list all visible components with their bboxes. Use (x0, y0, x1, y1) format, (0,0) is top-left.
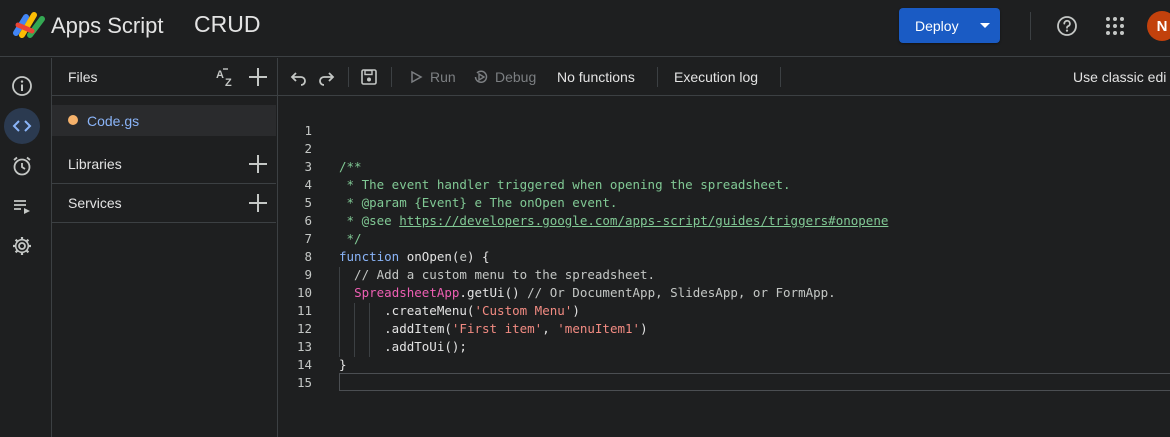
services-section[interactable]: Services (52, 184, 276, 223)
avatar[interactable]: N (1147, 11, 1170, 41)
rail-triggers[interactable] (4, 148, 40, 184)
files-title: Files (68, 69, 98, 85)
code-line[interactable]: // Add a custom menu to the spreadsheet. (339, 267, 655, 285)
left-rail (0, 58, 52, 437)
add-service-icon[interactable] (249, 194, 267, 212)
play-icon (411, 70, 423, 84)
top-bar: Apps Script CRUD Deploy N (0, 0, 1170, 57)
line-number: 3 (304, 159, 312, 174)
alarm-clock-icon (13, 156, 31, 176)
redo-icon[interactable] (317, 68, 335, 86)
code-line[interactable]: * @param {Event} e The onOpen event. (339, 195, 618, 213)
apps-script-logo[interactable] (12, 11, 46, 39)
libraries-section[interactable]: Libraries (52, 145, 276, 184)
rail-editor[interactable] (4, 108, 40, 144)
code-line[interactable]: */ (339, 231, 362, 249)
code-editor[interactable]: 1 2 3 4 5 6 7 8 9 10 11 12 13 14 15 /** … (278, 97, 1170, 437)
line-number: 10 (296, 285, 312, 300)
deploy-label: Deploy (915, 17, 959, 34)
editor-toolbar: Run Debug No functions Execution log Use… (278, 58, 1170, 96)
settings-icon (13, 237, 31, 255)
add-file-icon[interactable] (249, 68, 267, 86)
add-library-icon[interactable] (249, 155, 267, 173)
line-number: 14 (296, 357, 312, 372)
line-number: 1 (304, 123, 312, 138)
info-icon (12, 76, 32, 96)
code-line[interactable]: * @see https://developers.google.com/app… (339, 213, 889, 231)
debug-icon (474, 70, 488, 83)
files-panel: Files A Z Code.gs Libraries Services (52, 58, 278, 437)
rail-executions[interactable] (4, 188, 40, 224)
executions-icon (14, 200, 30, 214)
code-line[interactable]: .addItem('First item', 'menuItem1') (339, 321, 647, 339)
unsaved-dot-icon (68, 115, 78, 125)
header-divider (1030, 12, 1031, 40)
line-number: 4 (304, 177, 312, 192)
svg-text:A: A (216, 69, 224, 81)
line-number: 11 (296, 303, 312, 318)
line-number: 9 (304, 267, 312, 282)
toolbar-divider (391, 67, 392, 87)
code-line[interactable]: /** (339, 159, 362, 177)
line-number: 13 (296, 339, 312, 354)
help-icon[interactable] (1056, 15, 1078, 37)
save-icon[interactable] (360, 68, 378, 86)
debug-button[interactable]: Debug (495, 69, 536, 85)
rail-settings[interactable] (4, 228, 40, 264)
run-button[interactable]: Run (430, 69, 456, 85)
active-line (339, 373, 1170, 391)
deploy-button[interactable]: Deploy (899, 8, 1000, 43)
code-line[interactable]: .createMenu('Custom Menu') (339, 303, 580, 321)
sort-az-icon[interactable]: A Z (215, 66, 237, 88)
apps-grid-icon[interactable] (1105, 16, 1125, 36)
files-header: Files A Z (52, 58, 278, 96)
code-line[interactable]: } (339, 357, 347, 375)
app-name: Apps Script (51, 13, 164, 38)
undo-icon[interactable] (290, 68, 308, 86)
line-number: 5 (304, 195, 312, 210)
code-icon (12, 120, 32, 132)
chevron-down-icon[interactable] (980, 23, 990, 28)
code-line[interactable]: .addToUi(); (339, 339, 467, 357)
file-item-code-gs[interactable]: Code.gs (52, 105, 276, 136)
rail-overview[interactable] (4, 68, 40, 104)
svg-text:Z: Z (225, 77, 232, 88)
project-name[interactable]: CRUD (194, 11, 260, 38)
file-name: Code.gs (87, 113, 140, 129)
line-number: 6 (304, 213, 312, 228)
line-number: 8 (304, 249, 312, 264)
line-number: 2 (304, 141, 312, 156)
execution-log-button[interactable]: Execution log (674, 69, 758, 85)
code-line[interactable]: SpreadsheetApp.getUi() // Or DocumentApp… (339, 285, 836, 303)
code-line[interactable]: function onOpen(e) { (339, 249, 490, 267)
libraries-label: Libraries (68, 156, 122, 172)
toolbar-divider (780, 67, 781, 87)
toolbar-divider (657, 67, 658, 87)
line-number: 7 (304, 231, 312, 246)
classic-editor-button[interactable]: Use classic edi (1073, 69, 1166, 85)
services-label: Services (68, 195, 122, 211)
line-number: 15 (296, 375, 312, 390)
code-line[interactable]: * The event handler triggered when openi… (339, 177, 791, 195)
line-number: 12 (296, 321, 312, 336)
toolbar-divider (348, 67, 349, 87)
function-select[interactable]: No functions (557, 69, 635, 85)
